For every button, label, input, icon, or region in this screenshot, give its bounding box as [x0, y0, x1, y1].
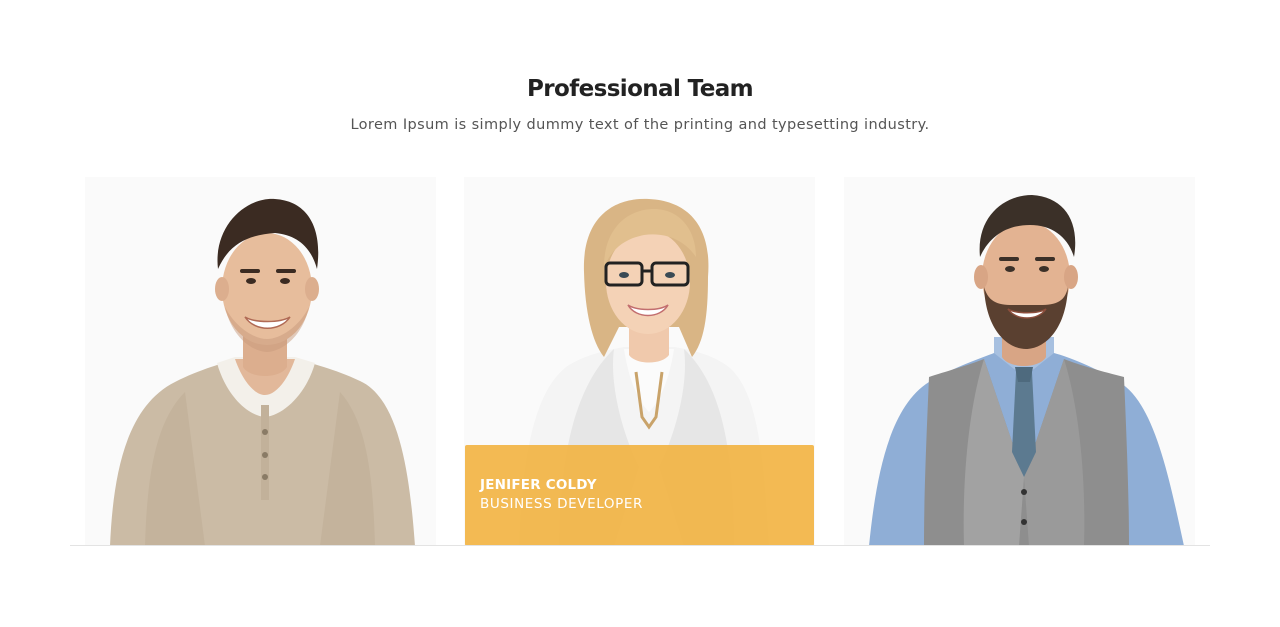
team-member-card[interactable]: [844, 177, 1195, 546]
member-role: BUSINESS DEVELOPER: [480, 496, 643, 512]
team-member-card[interactable]: [85, 177, 436, 546]
member-name: JENIFER COLDY: [480, 477, 597, 493]
team-member-card[interactable]: JENIFER COLDY BUSINESS DEVELOPER: [464, 177, 815, 546]
section-divider: [70, 545, 1210, 546]
team-member-photo: [110, 198, 415, 546]
member-info-overlay[interactable]: JENIFER COLDY BUSINESS DEVELOPER: [465, 445, 814, 546]
team-member-photo: [869, 195, 1184, 546]
team-grid: JENIFER COLDY BUSINESS DEVELOPER: [0, 0, 1280, 627]
